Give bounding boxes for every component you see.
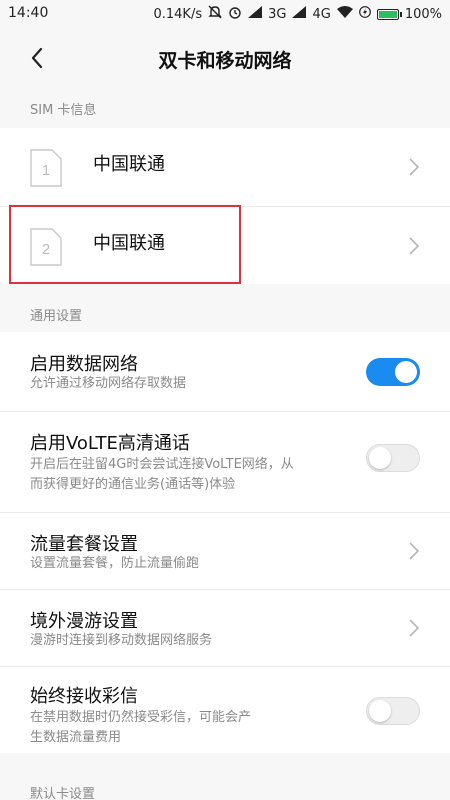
network-4g: 4G [312,6,331,22]
setting-mms[interactable]: 始终接收彩信 在禁用数据时仍然接受彩信，可能会产 生数据流量费用 [0,666,450,753]
chevron-right-icon [408,157,420,177]
default-section-label: 默认卡设置 [30,787,96,800]
mms-toggle[interactable] [366,697,420,725]
general-settings-list: 启用数据网络 允许通过移动网络存取数据 启用VoLTE高清通话 开启后在驻留4G… [0,332,450,753]
setting-roaming[interactable]: 境外漫游设置 漫游时连接到移动数据网络服务 [0,589,450,666]
signal-icon-1 [248,6,263,22]
page-title: 双卡和移动网络 [158,50,292,72]
setting-data-plan[interactable]: 流量套餐设置 设置流量套餐，防止流量偷跑 [0,512,450,589]
setting-subtitle-line2: 而获得更好的通信业务(通话等)体验 [30,477,236,492]
mute-icon [208,5,222,23]
volte-toggle[interactable] [366,444,420,472]
chevron-right-icon [408,618,420,638]
data-network-toggle[interactable] [366,358,420,386]
status-bar: 14:40 0.14K/s 3G 4G 100% [0,0,450,26]
network-3g: 3G [268,6,287,22]
setting-volte[interactable]: 启用VoLTE高清通话 开启后在驻留4G时会尝试连接VoLTE网络，从 而获得更… [0,411,450,512]
status-icons: 0.14K/s 3G 4G 100% [153,5,442,23]
setting-title: 始终接收彩信 [30,686,138,707]
setting-title: 境外漫游设置 [30,611,138,632]
alarm-icon [228,5,242,23]
setting-title: 启用数据网络 [30,354,138,375]
chevron-right-icon [408,541,420,561]
sim-carrier-label: 中国联通 [93,154,165,175]
setting-subtitle-line1: 在禁用数据时仍然接受彩信，可能会产 [30,710,252,725]
sim-carrier-label: 中国联通 [93,233,165,254]
app-header: 双卡和移动网络 [0,26,450,90]
setting-data-network[interactable]: 启用数据网络 允许通过移动网络存取数据 [0,332,450,411]
toggle-knob [369,447,391,469]
setting-subtitle-line1: 开启后在驻留4G时会尝试连接VoLTE网络，从 [30,457,294,472]
setting-subtitle-line2: 生数据流量费用 [30,730,122,745]
wifi-icon [336,6,353,22]
signal-icon-2 [292,6,307,22]
setting-subtitle: 设置流量套餐，防止流量偷跑 [30,556,200,571]
svg-text:1: 1 [42,162,50,179]
network-speed: 0.14K/s [153,6,203,22]
sim-card-icon: 1 [30,149,62,187]
sim-card-row-2[interactable]: 2 中国联通 [0,206,450,284]
sim-card-row-1[interactable]: 1 中国联通 [0,128,450,206]
status-time: 14:40 [8,5,49,21]
battery-icon [376,8,402,20]
setting-title: 流量套餐设置 [30,534,138,555]
sim-card-icon: 2 [30,228,62,266]
toggle-knob [395,361,417,383]
chevron-right-icon [408,236,420,256]
battery-percent: 100% [404,6,442,22]
setting-subtitle: 允许通过移动网络存取数据 [30,376,187,391]
setting-subtitle: 漫游时连接到移动数据网络服务 [30,633,213,648]
toggle-knob [369,700,391,722]
charging-icon [358,6,371,22]
sim-section-label: SIM 卡信息 [30,103,97,118]
sim-list: 1 中国联通 2 中国联通 [0,128,450,284]
svg-text:2: 2 [42,241,50,258]
general-section-label: 通用设置 [30,309,83,324]
setting-title: 启用VoLTE高清通话 [30,433,190,454]
